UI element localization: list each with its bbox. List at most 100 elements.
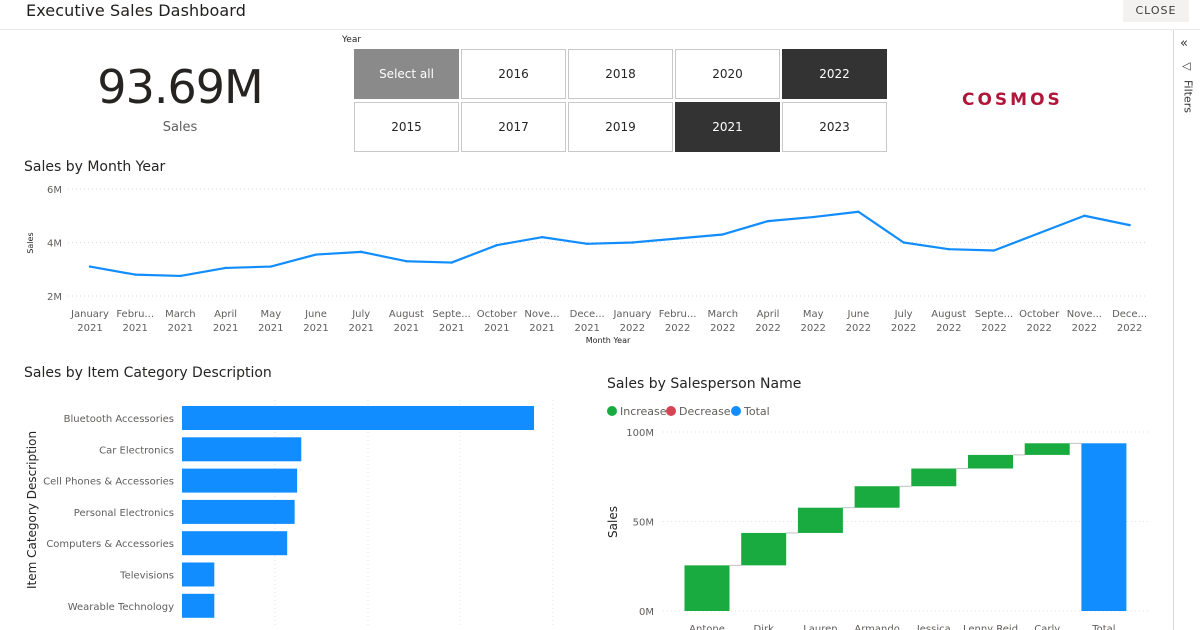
line-chart-point[interactable] <box>314 253 318 256</box>
waterfall-increase-bar[interactable] <box>741 532 787 566</box>
sales-by-month-line-chart[interactable]: 2M 4M 6M Sales January 2021 Febru... 2021 March 2… <box>0 180 1170 350</box>
app-title: Executive Sales Dashboard <box>26 1 246 20</box>
line-chart-x-tick-month: May <box>803 309 824 320</box>
year-option-2023[interactable]: 2023 <box>782 102 887 152</box>
waterfall-x-tick: Lauren <box>803 624 837 630</box>
year-option-2020[interactable]: 2020 <box>675 49 780 99</box>
kpi-label: Sales <box>162 120 198 135</box>
line-chart-point[interactable] <box>766 219 770 223</box>
line-chart-point[interactable] <box>269 265 272 268</box>
line-chart-x-tick-month: April <box>757 309 780 320</box>
line-chart-x-tick-year: 2021 <box>529 323 554 334</box>
filters-label[interactable]: Filters <box>1182 75 1195 119</box>
line-chart-point[interactable] <box>134 273 137 276</box>
waterfall-increase-bar[interactable] <box>911 468 957 487</box>
line-chart-point[interactable] <box>224 266 227 270</box>
bar-chart-bar[interactable] <box>182 468 298 493</box>
header-bar: Executive Sales Dashboard CLOSE <box>0 0 1200 30</box>
line-chart-series-line[interactable] <box>89 210 1130 278</box>
line-chart-point[interactable] <box>360 250 363 254</box>
line-chart-x-tick-month: Septe... <box>975 309 1013 320</box>
line-chart-x-tick-year: 2021 <box>77 323 102 334</box>
line-chart-x-tick-year: 2022 <box>800 323 825 334</box>
waterfall-increase-bar[interactable] <box>1024 443 1070 455</box>
line-chart-x-tick-month: Febru... <box>659 309 697 320</box>
line-chart-point[interactable] <box>88 265 92 268</box>
year-option-2016[interactable]: 2016 <box>461 49 566 99</box>
year-select-all-button[interactable]: Select all <box>354 49 459 99</box>
legend-label-decrease[interactable]: Decrease <box>679 405 731 418</box>
line-chart-x-tick-month: March <box>708 309 738 320</box>
year-option-2017[interactable]: 2017 <box>461 102 566 152</box>
line-chart-x-tick-year: 2021 <box>574 323 599 334</box>
line-chart-point[interactable] <box>540 235 544 239</box>
year-option-2015[interactable]: 2015 <box>354 102 459 152</box>
close-button[interactable]: CLOSE <box>1123 0 1189 22</box>
line-chart-point[interactable] <box>179 274 182 278</box>
sales-by-salesperson-waterfall-chart[interactable]: Increase Decrease Total 0M 50M 100M Sales Anton… <box>595 398 1173 630</box>
line-chart-x-tick-year: 2022 <box>846 323 871 334</box>
bar-chart-category-label: Bluetooth Accessories <box>64 414 174 425</box>
line-chart-point[interactable] <box>857 210 860 213</box>
waterfall-increase-bar[interactable] <box>797 507 843 533</box>
filter-pane[interactable]: « ▽ Filters <box>1173 30 1200 630</box>
line-chart-point[interactable] <box>902 241 905 244</box>
bar-chart-category-label: Wearable Technology <box>68 602 174 613</box>
line-chart-x-tick-month: August <box>931 309 966 320</box>
line-chart-point[interactable] <box>676 237 679 240</box>
line-chart-point[interactable] <box>812 215 815 219</box>
line-chart-point[interactable] <box>495 243 498 247</box>
line-chart-x-tick-year: 2022 <box>665 323 690 334</box>
line-chart-x-tick-month: August <box>389 309 424 320</box>
line-chart-point[interactable] <box>586 242 589 246</box>
bar-chart-bar[interactable] <box>182 531 288 556</box>
line-chart-x-tick-year: 2021 <box>394 323 419 334</box>
waterfall-x-tick: Carly <box>1034 624 1060 630</box>
line-chart-point[interactable] <box>947 247 950 251</box>
line-chart-x-tick-year: 2022 <box>710 323 735 334</box>
waterfall-increase-bar[interactable] <box>684 565 730 611</box>
line-chart-point[interactable] <box>1083 214 1086 217</box>
line-chart-x-tick-year: 2022 <box>891 323 916 334</box>
bar-chart-bar[interactable] <box>182 593 215 618</box>
line-chart-y-tick: 6M <box>47 185 62 196</box>
double-chevron-left-icon[interactable]: « <box>1180 36 1188 51</box>
waterfall-x-tick: Dirk <box>754 624 775 630</box>
bar-chart-bar[interactable] <box>182 499 295 524</box>
line-chart-x-tick-year: 2021 <box>258 323 283 334</box>
waterfall-y-tick: 50M <box>633 518 654 529</box>
funnel-icon: ▽ <box>1180 62 1194 71</box>
bar-chart-bar[interactable] <box>182 562 215 587</box>
bar-chart-bar[interactable] <box>182 437 302 462</box>
legend-label-increase[interactable]: Increase <box>620 405 667 418</box>
year-option-2018[interactable]: 2018 <box>568 49 673 99</box>
year-option-2019[interactable]: 2019 <box>568 102 673 152</box>
line-chart-point[interactable] <box>405 260 408 263</box>
line-chart-point[interactable] <box>1038 231 1041 235</box>
bar-chart-bar[interactable] <box>182 406 534 430</box>
line-chart-point[interactable] <box>631 241 634 244</box>
line-chart-point[interactable] <box>992 249 996 252</box>
bar-chart-title: Sales by Item Category Description <box>24 365 272 381</box>
line-chart-x-tick-month: Dece... <box>570 309 605 320</box>
line-chart-x-tick-month: June <box>847 309 870 320</box>
year-option-2021[interactable]: 2021 <box>675 102 780 152</box>
line-chart-x-tick-month: October <box>1019 309 1060 320</box>
line-chart-point[interactable] <box>721 233 724 236</box>
line-chart-x-tick-month: January <box>70 309 109 320</box>
waterfall-total-bar[interactable] <box>1081 443 1127 611</box>
year-slicer-label: Year <box>342 35 362 45</box>
line-chart-x-tick-year: 2021 <box>213 323 238 334</box>
waterfall-increase-bar[interactable] <box>854 486 900 508</box>
waterfall-increase-bar[interactable] <box>968 454 1013 469</box>
legend-label-total[interactable]: Total <box>743 405 770 418</box>
line-chart-point[interactable] <box>1128 223 1131 227</box>
waterfall-x-tick: Antone <box>689 624 725 630</box>
sales-by-category-bar-chart[interactable]: Bluetooth Accessories Car Electronics Cell… <box>0 395 580 630</box>
year-option-2022[interactable]: 2022 <box>782 49 887 99</box>
line-chart-point[interactable] <box>450 261 453 264</box>
waterfall-y-tick: 0M <box>639 607 654 618</box>
line-chart-x-tick-month: Nove... <box>1067 309 1102 320</box>
line-chart-x-tick-month: March <box>165 309 195 320</box>
line-chart-x-tick-year: 2021 <box>348 323 373 334</box>
